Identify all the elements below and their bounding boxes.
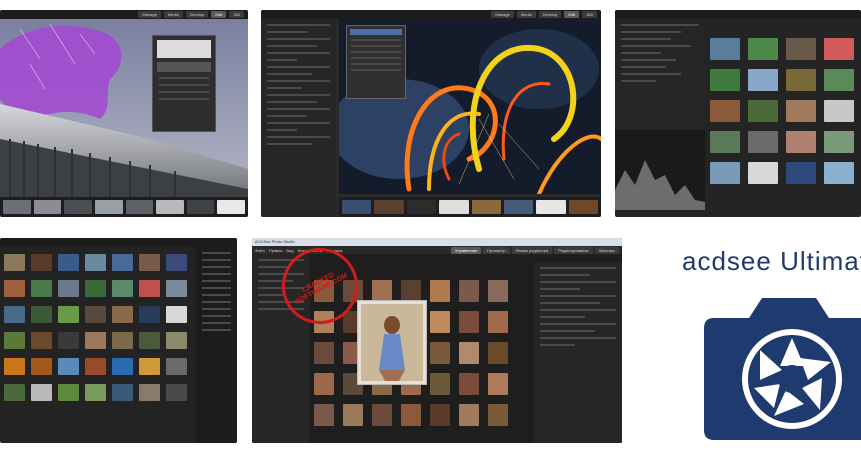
tile2-tools-panel[interactable]: [261, 19, 336, 217]
tile5-tab-view[interactable]: Просмотр: [483, 246, 510, 254]
tile6-logo-text: acdsee Ultimate: [682, 246, 861, 276]
tile3-toolbar: [615, 10, 861, 19]
tile2-tab-develop[interactable]: Develop: [538, 11, 562, 18]
tile5-menu-view[interactable]: Вид: [286, 248, 293, 253]
tile5-window-title: ACDSee Photo Studio: [255, 239, 295, 244]
tile5-tab-editor[interactable]: Режим редактора: [511, 246, 553, 254]
tile5-tab-filters[interactable]: Фильтры: [594, 246, 619, 254]
tile5-menu-file[interactable]: Файл: [255, 248, 265, 253]
camera-aperture-icon: [704, 298, 861, 440]
tile2-toolbar: Manage Media Develop Edit 360: [261, 10, 601, 19]
tile3-folder-tree[interactable]: [615, 19, 705, 129]
screenshot-tile-4[interactable]: [0, 238, 237, 443]
tile5-tab-manage[interactable]: Управление: [451, 246, 482, 254]
tile1-toolbar: Manage Media Develop Edit 360: [0, 10, 248, 19]
tile3-thumbnail-grid[interactable]: [710, 38, 861, 184]
tile1-tab-manage[interactable]: Manage: [138, 11, 161, 18]
tile1-tab-360[interactable]: 360: [229, 11, 244, 18]
tile1-tab-media[interactable]: Media: [163, 11, 183, 18]
screenshot-tile-1[interactable]: Manage Media Develop Edit 360: [0, 10, 248, 217]
screenshot-tile-6[interactable]: acdsee Ultimate: [634, 238, 861, 443]
tile2-tab-manage[interactable]: Manage: [491, 11, 514, 18]
tile5-properties-panel[interactable]: [534, 262, 622, 443]
tile3-histogram: [615, 130, 705, 210]
tile5-tab-edit[interactable]: Редактирование: [554, 246, 593, 254]
tile5-menu-edit[interactable]: Правка: [269, 248, 283, 253]
tile1-tab-edit[interactable]: Edit: [211, 11, 227, 18]
tile2-dropdown-menu[interactable]: [346, 25, 406, 99]
tile4-properties-panel[interactable]: [196, 247, 237, 443]
tile2-tab-edit[interactable]: Edit: [564, 11, 580, 18]
screenshot-tile-2[interactable]: Manage Media Develop Edit 360: [261, 10, 601, 217]
tile1-filmstrip[interactable]: [0, 197, 248, 217]
tile5-preview-photo: [357, 300, 427, 385]
screenshot-tile-5[interactable]: ACDSee Photo Studio Файл Правка Вид Инст…: [252, 238, 622, 443]
tile5-titlebar: ACDSee Photo Studio: [252, 238, 622, 246]
tile2-tab-media[interactable]: Media: [516, 11, 536, 18]
screenshot-tile-3[interactable]: [615, 10, 861, 217]
tile5-watermark-text: CRACKED SOFTWARE.COM: [294, 271, 349, 306]
tile2-tab-360[interactable]: 360: [582, 11, 597, 18]
tile2-filmstrip[interactable]: [339, 197, 601, 217]
tile1-tab-develop[interactable]: Develop: [185, 11, 209, 18]
tile1-properties-panel[interactable]: [152, 35, 216, 132]
tile4-thumbnail-grid[interactable]: [4, 254, 187, 401]
tile4-toolbar: [0, 238, 237, 247]
